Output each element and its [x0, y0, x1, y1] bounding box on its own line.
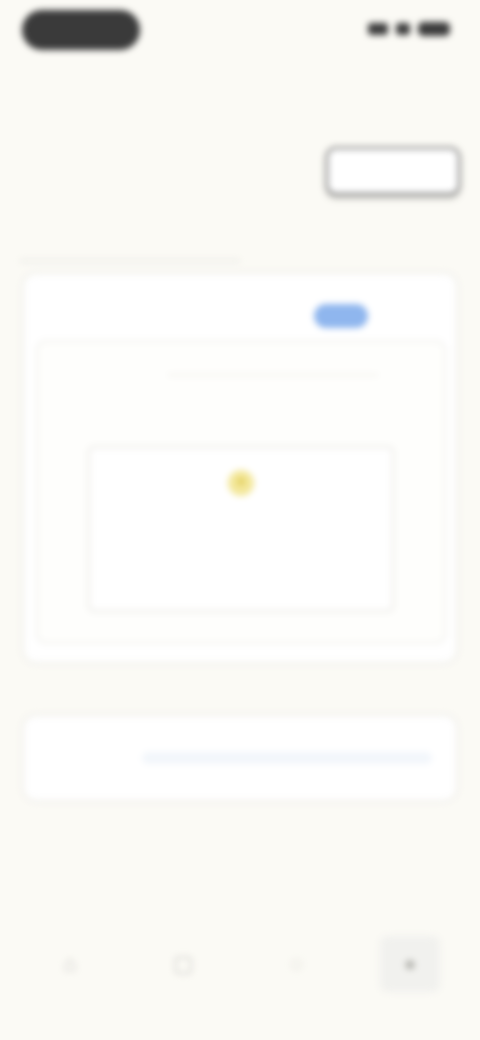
status-bar-time-pill: [22, 10, 140, 50]
signal-icon: [368, 23, 388, 35]
home-icon[interactable]: ⌂: [40, 936, 100, 992]
subtab-2[interactable]: [240, 212, 460, 262]
battery-icon: [418, 22, 450, 36]
card-toggle[interactable]: [314, 304, 368, 328]
segmented-control: [40, 142, 460, 200]
empty-state: ✦: [88, 446, 394, 612]
secondary-card[interactable]: [22, 714, 458, 802]
profile-icon[interactable]: ●: [379, 936, 440, 992]
secondary-card-input[interactable]: [142, 752, 432, 764]
sub-tabs: [20, 212, 460, 262]
app-screen: ✦ ⌂ ▢ ◌ ●: [0, 0, 480, 1040]
bottom-navigation: ⌂ ▢ ◌ ●: [40, 936, 440, 996]
lightbulb-icon: ✦: [228, 470, 254, 496]
content-card: ✦: [22, 272, 458, 664]
chat-icon[interactable]: ◌: [267, 936, 327, 992]
calendar-icon[interactable]: ▢: [153, 936, 213, 992]
wifi-icon: [396, 23, 410, 35]
inner-panel: ✦: [36, 340, 446, 644]
status-icons: [368, 22, 450, 36]
divider: [168, 374, 378, 376]
subtab-1[interactable]: [20, 212, 240, 262]
segment-3-active[interactable]: [326, 147, 460, 195]
